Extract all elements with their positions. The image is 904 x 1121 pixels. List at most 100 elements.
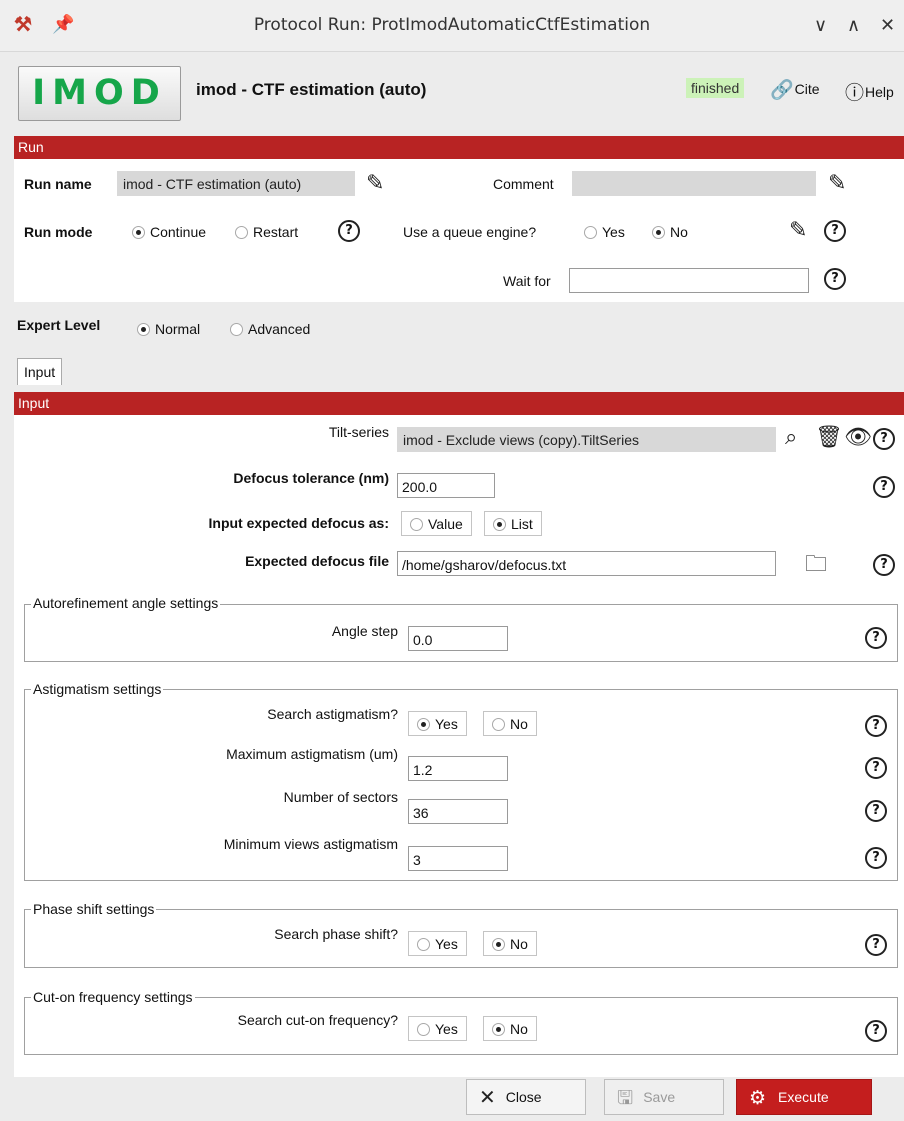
help-icon[interactable]: ? bbox=[865, 757, 887, 779]
radio-selected-icon bbox=[492, 938, 505, 951]
cite-button[interactable]: 🔗Cite bbox=[770, 78, 820, 102]
imod-logo: IMOD bbox=[18, 66, 181, 121]
queue-label: Use a queue engine? bbox=[403, 224, 537, 240]
yes-label: Yes bbox=[602, 224, 625, 240]
tab-input[interactable]: Input bbox=[17, 358, 63, 385]
search-phase-shift-label: Search phase shift? bbox=[274, 926, 398, 942]
expert-normal-radio[interactable]: Normal bbox=[137, 321, 200, 337]
search-astigmatism-label: Search astigmatism? bbox=[267, 706, 398, 722]
angle-step-input[interactable]: 0.0 bbox=[408, 626, 508, 651]
angle-step-label: Angle step bbox=[331, 623, 398, 639]
pencil-icon[interactable]: ✎ bbox=[789, 220, 807, 242]
help-icon[interactable]: ? bbox=[873, 554, 895, 576]
execute-button[interactable]: ⚙ Execute bbox=[736, 1079, 872, 1115]
run-name-field[interactable]: imod - CTF estimation (auto) bbox=[117, 171, 355, 196]
help-icon[interactable]: ? bbox=[824, 268, 846, 290]
run-name-label: Run name bbox=[24, 176, 92, 192]
expert-advanced-radio[interactable]: Advanced bbox=[230, 321, 310, 337]
maximize-icon[interactable]: ∧ bbox=[847, 15, 860, 36]
window-title: Protocol Run: ProtImodAutomaticCtfEstima… bbox=[253, 15, 651, 35]
help-icon[interactable]: ? bbox=[865, 627, 887, 649]
window-titlebar[interactable]: ⚒ 📌 Protocol Run: ProtImodAutomaticCtfEs… bbox=[0, 0, 904, 52]
max-astigmatism-input[interactable]: 1.2 bbox=[408, 756, 508, 781]
close-window-icon[interactable]: ✕ bbox=[880, 15, 895, 36]
help-icon: ⓘ bbox=[845, 83, 865, 104]
help-icon[interactable]: ? bbox=[865, 1020, 887, 1042]
close-icon: ✕ bbox=[479, 1085, 496, 1109]
folder-icon[interactable]: 🗀 bbox=[805, 554, 827, 576]
astigmatism-no-radio[interactable]: No bbox=[483, 711, 537, 736]
gear-icon: ⚙ bbox=[749, 1087, 767, 1109]
help-icon[interactable]: ? bbox=[338, 220, 360, 242]
help-icon[interactable]: ? bbox=[824, 220, 846, 242]
wait-for-input[interactable] bbox=[569, 268, 809, 293]
radio-icon bbox=[230, 323, 243, 336]
defocus-file-label: Expected defocus file bbox=[245, 553, 389, 569]
autorefine-title: Autorefinement angle settings bbox=[31, 595, 221, 611]
help-icon[interactable]: ? bbox=[873, 476, 895, 498]
radio-icon bbox=[584, 226, 597, 239]
cite-label: Cite bbox=[794, 81, 820, 97]
advanced-label: Advanced bbox=[248, 321, 311, 337]
help-icon[interactable]: ? bbox=[865, 715, 887, 737]
status-badge: finished bbox=[686, 78, 745, 98]
phase-shift-title: Phase shift settings bbox=[31, 901, 157, 917]
wait-for-label: Wait for bbox=[503, 273, 551, 289]
search-icon[interactable]: ⌕ bbox=[785, 427, 797, 449]
radio-icon bbox=[410, 518, 423, 531]
comment-label: Comment bbox=[493, 176, 554, 192]
radio-icon bbox=[417, 938, 430, 951]
cuton-yes-radio[interactable]: Yes bbox=[408, 1016, 467, 1041]
radio-selected-icon bbox=[137, 323, 150, 336]
astigmatism-yes-radio[interactable]: Yes bbox=[408, 711, 467, 736]
queue-yes-radio[interactable]: Yes bbox=[584, 224, 625, 240]
expected-value-radio[interactable]: Value bbox=[401, 511, 472, 536]
expected-as-label: Input expected defocus as: bbox=[208, 515, 389, 531]
help-button[interactable]: ⓘHelp bbox=[845, 78, 894, 105]
tilt-series-label: Tilt-series bbox=[328, 424, 389, 440]
phase-no-radio[interactable]: No bbox=[483, 931, 537, 956]
save-button[interactable]: 🖫 Save bbox=[604, 1079, 724, 1115]
astigmatism-title: Astigmatism settings bbox=[31, 681, 164, 697]
radio-selected-icon bbox=[493, 518, 506, 531]
help-icon[interactable]: ? bbox=[865, 800, 887, 822]
pencil-icon[interactable]: ✎ bbox=[828, 173, 846, 195]
min-views-astigmatism-label: Minimum views astigmatism bbox=[223, 836, 398, 852]
cuton-no-radio[interactable]: No bbox=[483, 1016, 537, 1041]
defocus-file-input[interactable]: /home/gsharov/defocus.txt bbox=[397, 551, 776, 576]
help-icon[interactable]: ? bbox=[865, 934, 887, 956]
close-label: Close bbox=[505, 1089, 542, 1105]
help-icon[interactable]: ? bbox=[873, 428, 895, 450]
expected-list-radio[interactable]: List bbox=[484, 511, 542, 536]
expert-level-label: Expert Level bbox=[17, 317, 101, 333]
minimize-icon[interactable]: ∨ bbox=[814, 15, 827, 36]
eye-icon[interactable]: 👁 bbox=[844, 427, 872, 449]
cuton-title: Cut-on frequency settings bbox=[31, 989, 195, 1005]
number-sectors-label: Number of sectors bbox=[283, 789, 398, 805]
run-section-header: Run bbox=[14, 136, 904, 159]
yes-label: Yes bbox=[435, 716, 458, 732]
phase-yes-radio[interactable]: Yes bbox=[408, 931, 467, 956]
help-icon[interactable]: ? bbox=[865, 847, 887, 869]
list-label: List bbox=[511, 516, 533, 532]
defocus-tolerance-input[interactable]: 200.0 bbox=[397, 473, 495, 498]
queue-no-radio[interactable]: No bbox=[652, 224, 688, 240]
close-button[interactable]: ✕ Close bbox=[466, 1079, 586, 1115]
normal-label: Normal bbox=[155, 321, 201, 337]
radio-icon bbox=[492, 718, 505, 731]
radio-icon bbox=[235, 226, 248, 239]
min-views-astigmatism-input[interactable]: 3 bbox=[408, 846, 508, 871]
defocus-tolerance-label: Defocus tolerance (nm) bbox=[233, 470, 389, 486]
run-mode-label: Run mode bbox=[24, 224, 93, 240]
save-icon: 🖫 bbox=[617, 1087, 634, 1109]
trash-icon[interactable]: 🗑 bbox=[815, 427, 843, 449]
search-cuton-label: Search cut-on frequency? bbox=[237, 1012, 398, 1028]
radio-selected-icon bbox=[417, 718, 430, 731]
run-mode-continue-radio[interactable]: Continue bbox=[132, 224, 206, 240]
run-mode-restart-radio[interactable]: Restart bbox=[235, 224, 298, 240]
comment-field[interactable] bbox=[572, 171, 816, 196]
tilt-series-field[interactable]: imod - Exclude views (copy).TiltSeries bbox=[397, 427, 776, 452]
radio-selected-icon bbox=[492, 1023, 505, 1036]
number-sectors-input[interactable]: 36 bbox=[408, 799, 508, 824]
pencil-icon[interactable]: ✎ bbox=[366, 173, 384, 195]
